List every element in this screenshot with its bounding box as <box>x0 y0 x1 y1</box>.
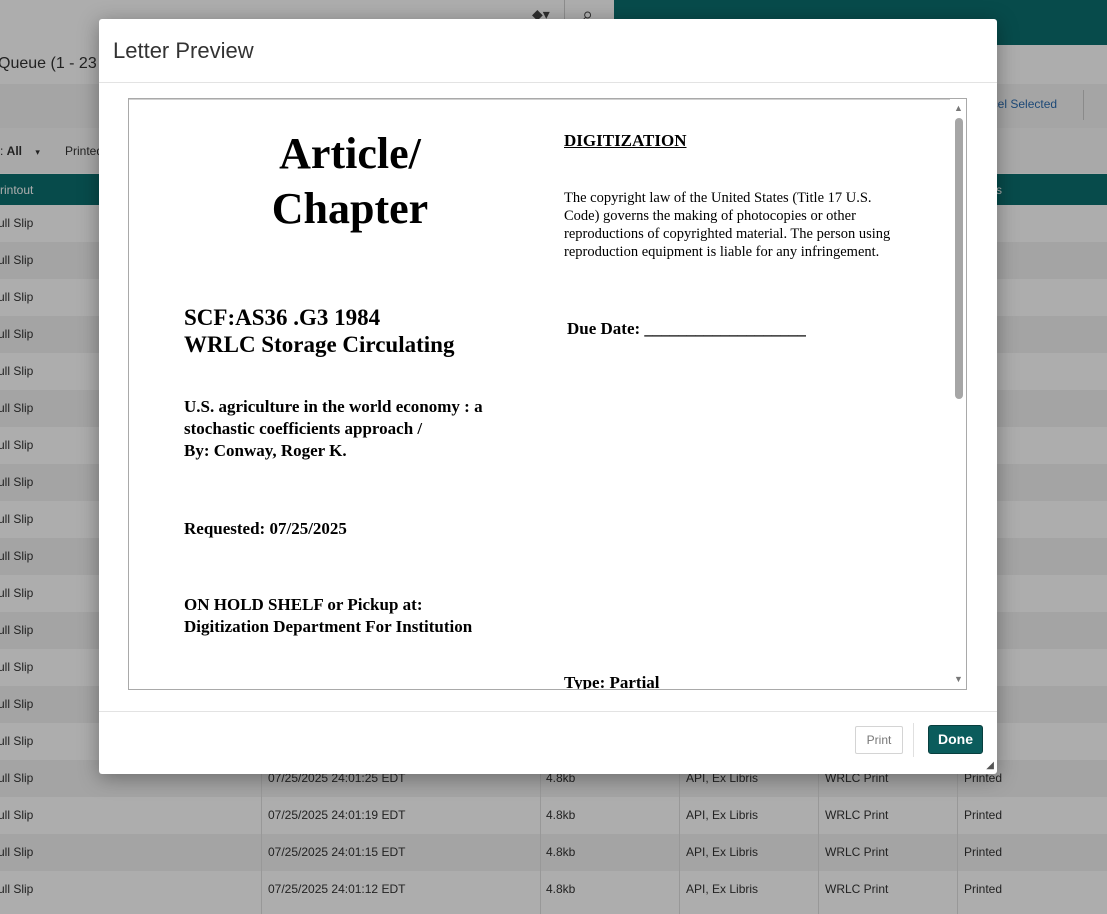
copyright-notice: The copyright law of the United States (… <box>564 190 891 260</box>
done-button[interactable]: Done <box>928 725 983 754</box>
digitization-type: Type: Partial <box>564 673 660 690</box>
scroll-up-arrow-icon[interactable]: ▲ <box>954 104 963 113</box>
dialog-title: Letter Preview <box>113 38 254 63</box>
letter-request-type-title: Article/ Chapter <box>129 126 571 236</box>
bibliographic-block: U.S. agriculture in the world economy : … <box>184 396 524 462</box>
letter-title-line-1: Article/ <box>279 129 421 178</box>
digitization-heading: DIGITIZATION <box>564 131 687 150</box>
item-location: WRLC Storage Circulating <box>184 332 455 357</box>
call-number: SCF:AS36 .G3 1984 <box>184 305 381 330</box>
pickup-location-block: ON HOLD SHELF or Pickup at: Digitization… <box>184 594 472 638</box>
dialog-header-divider <box>99 82 997 83</box>
preview-scrollbar[interactable]: ▲ ▼ <box>950 99 966 689</box>
footer-button-divider <box>913 723 914 757</box>
letter-title-line-2: Chapter <box>271 184 429 233</box>
pickup-institution-line: Digitization Department For Institution <box>184 617 473 636</box>
print-button[interactable]: Print <box>855 726 903 754</box>
letter-preview-dialog: Letter Preview Article/ Chapter SCF:AS36… <box>99 19 997 774</box>
resize-grip-icon[interactable]: ◢ <box>986 761 994 771</box>
letter-document: Article/ Chapter SCF:AS36 .G3 1984 WRLC … <box>129 99 949 689</box>
item-title-line-2: stochastic coefficients approach / <box>184 419 423 438</box>
letter-preview-frame[interactable]: Article/ Chapter SCF:AS36 .G3 1984 WRLC … <box>128 98 967 690</box>
scrollbar-thumb[interactable] <box>955 118 963 399</box>
item-author: By: Conway, Roger K. <box>184 441 347 460</box>
scroll-down-arrow-icon[interactable]: ▼ <box>954 675 963 684</box>
due-date-line: Due Date: ___________________ <box>567 319 806 338</box>
hold-shelf-line: ON HOLD SHELF or Pickup at: <box>184 595 423 614</box>
call-number-block: SCF:AS36 .G3 1984 WRLC Storage Circulati… <box>184 304 454 358</box>
dialog-footer-divider <box>99 711 997 712</box>
requested-date: Requested: 07/25/2025 <box>184 519 347 538</box>
item-title-line-1: U.S. agriculture in the world economy : … <box>184 397 483 416</box>
